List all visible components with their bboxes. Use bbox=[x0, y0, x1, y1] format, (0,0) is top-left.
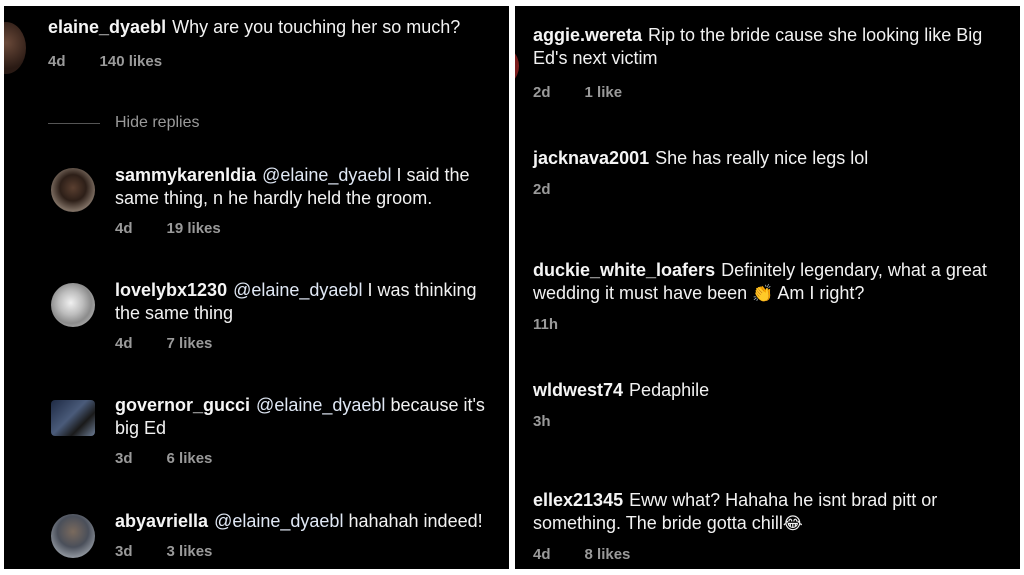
comment-time: 2d bbox=[533, 181, 551, 198]
comment-meta: 4d 140 likes bbox=[48, 53, 196, 70]
comment-time: 2d bbox=[533, 84, 551, 101]
comment-text: She has really nice legs lol bbox=[655, 148, 869, 168]
comment-body: sammykarenldia @elaine_dyaebl I said the … bbox=[115, 164, 501, 210]
comment-text: Pedaphile bbox=[629, 380, 710, 400]
laughing-emoji-icon: 😂 bbox=[782, 514, 803, 533]
comment-body: wldwest74 Pedaphile bbox=[533, 379, 1012, 402]
comment-time: 4d bbox=[115, 220, 133, 237]
mention-link[interactable]: @elaine_dyaebl bbox=[214, 511, 343, 531]
mention-link[interactable]: @elaine_dyaebl bbox=[256, 395, 385, 415]
comment-time: 4d bbox=[533, 546, 551, 563]
comment-meta: 4d 7 likes bbox=[115, 335, 246, 352]
comment-body: lovelybx1230 @elaine_dyaebl I was thinkin… bbox=[115, 279, 501, 325]
comment-meta: 2d bbox=[533, 181, 585, 198]
comment-meta: 4d 19 likes bbox=[115, 220, 255, 237]
comment-time: 3d bbox=[115, 450, 133, 467]
mention-link[interactable]: @elaine_dyaebl bbox=[233, 280, 362, 300]
username[interactable]: duckie_white_loafers bbox=[533, 260, 715, 280]
comment-text-continued: Am I right? bbox=[777, 283, 865, 303]
username[interactable]: aggie.wereta bbox=[533, 25, 642, 45]
comment-text: Why are you touching her so much? bbox=[172, 17, 461, 37]
comment-text: hahahah indeed! bbox=[348, 511, 483, 531]
comment-meta: 2d 1 like bbox=[533, 84, 656, 101]
username[interactable]: abyavriella bbox=[115, 511, 208, 531]
comment-meta: 11h bbox=[533, 316, 592, 333]
avatar[interactable] bbox=[4, 22, 26, 74]
comment-body: ellex21345 Eww what? Hahaha he isnt brad … bbox=[533, 489, 1012, 535]
comment-meta: 3h bbox=[533, 413, 585, 430]
username[interactable]: lovelybx1230 bbox=[115, 280, 227, 300]
hide-replies-button[interactable]: Hide replies bbox=[115, 114, 199, 132]
username[interactable]: governor_gucci bbox=[115, 395, 250, 415]
avatar[interactable] bbox=[51, 283, 95, 327]
comment-meta: 4d 8 likes bbox=[533, 546, 664, 563]
avatar[interactable] bbox=[51, 514, 95, 558]
comment-body: abyavriella @elaine_dyaebl hahahah indeed… bbox=[115, 510, 501, 533]
comment-time: 4d bbox=[48, 53, 66, 70]
comment-meta: 3d 3 likes bbox=[115, 543, 246, 560]
like-count[interactable]: 19 likes bbox=[167, 220, 221, 237]
comment-body: duckie_white_loafers Definitely legendary… bbox=[533, 259, 1012, 305]
comment-body: elaine_dyaebl Why are you touching her so… bbox=[48, 16, 501, 39]
comment-body: aggie.wereta Rip to the bride cause she l… bbox=[533, 24, 1012, 70]
username[interactable]: wldwest74 bbox=[533, 380, 623, 400]
like-count[interactable]: 7 likes bbox=[167, 335, 213, 352]
mention-link[interactable]: @elaine_dyaebl bbox=[262, 165, 391, 185]
username[interactable]: jacknava2001 bbox=[533, 148, 649, 168]
username[interactable]: ellex21345 bbox=[533, 490, 623, 510]
like-count[interactable]: 1 like bbox=[585, 84, 623, 101]
comment-time: 4d bbox=[115, 335, 133, 352]
comment-time: 11h bbox=[533, 316, 559, 333]
right-comments-panel: aggie.wereta Rip to the bride cause she l… bbox=[515, 6, 1020, 569]
avatar[interactable] bbox=[51, 168, 95, 212]
comment-body: jacknava2001 She has really nice legs lol bbox=[533, 147, 1012, 170]
comment-time: 3h bbox=[533, 413, 551, 430]
divider bbox=[48, 123, 100, 124]
username[interactable]: sammykarenldia bbox=[115, 165, 256, 185]
comment-body: governor_gucci @elaine_dyaebl because it'… bbox=[115, 394, 501, 440]
comment-meta: 3d 6 likes bbox=[115, 450, 246, 467]
avatar[interactable] bbox=[51, 400, 95, 436]
like-count[interactable]: 140 likes bbox=[100, 53, 163, 70]
like-count[interactable]: 8 likes bbox=[585, 546, 631, 563]
avatar[interactable] bbox=[515, 44, 519, 88]
like-count[interactable]: 3 likes bbox=[167, 543, 213, 560]
left-comments-panel: elaine_dyaebl Why are you touching her so… bbox=[4, 6, 509, 569]
clapping-hands-icon: 👏 bbox=[752, 284, 774, 303]
username[interactable]: elaine_dyaebl bbox=[48, 17, 166, 37]
comment-time: 3d bbox=[115, 543, 133, 560]
like-count[interactable]: 6 likes bbox=[167, 450, 213, 467]
